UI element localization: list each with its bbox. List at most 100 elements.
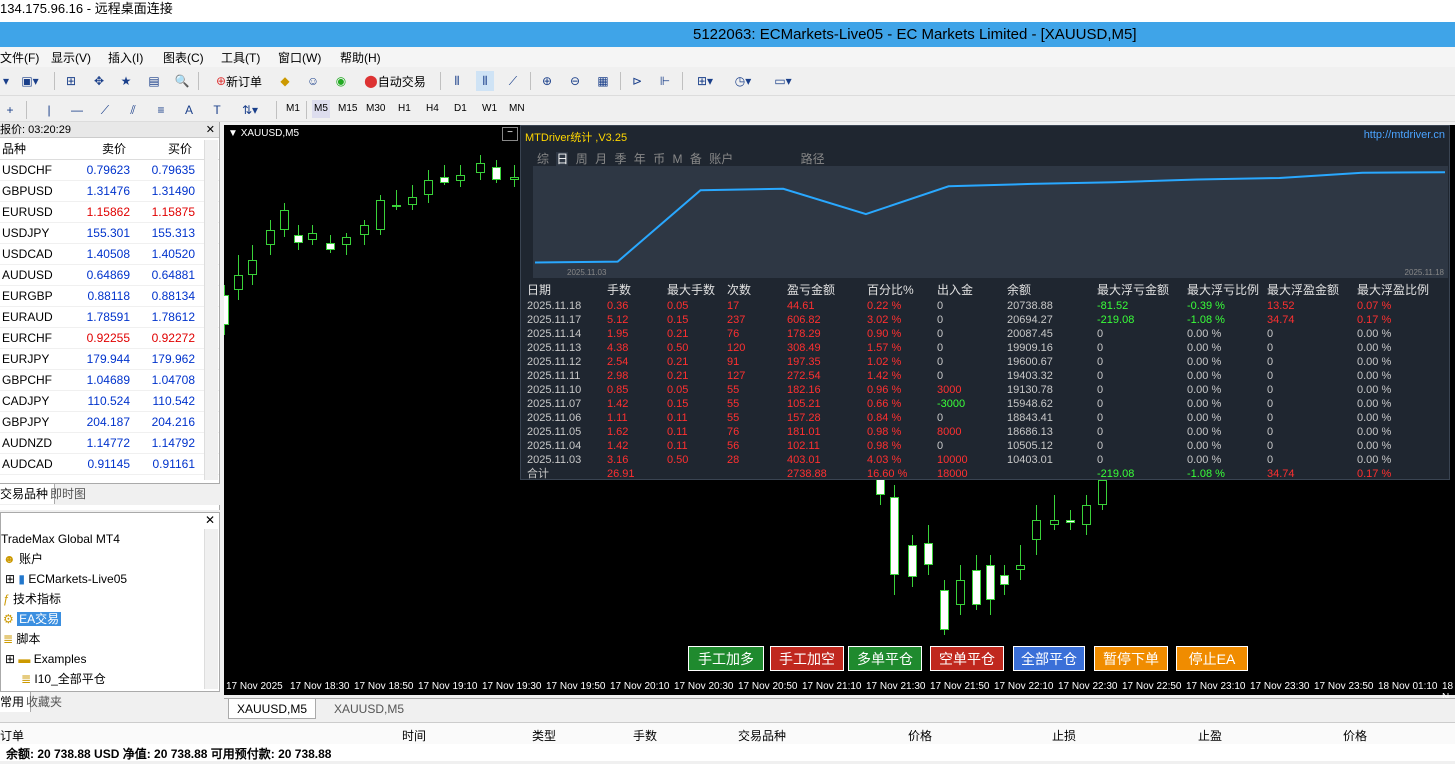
- symbol-row[interactable]: EURGBP 0.88118 0.88134: [0, 286, 219, 307]
- menu-file[interactable]: 文件(F): [0, 49, 39, 66]
- menu-insert[interactable]: 插入(I): [108, 49, 143, 66]
- menu-charts[interactable]: 图表(C): [163, 49, 204, 66]
- menu-tools[interactable]: 工具(T): [221, 49, 260, 66]
- trendline-icon[interactable]: ⟋: [96, 100, 114, 120]
- col-order[interactable]: 订单: [0, 727, 24, 744]
- col-type[interactable]: 类型: [532, 727, 556, 744]
- panel-tab-month[interactable]: 月: [595, 152, 607, 166]
- symbol-row[interactable]: CADJPY 110.524 110.542: [0, 391, 219, 412]
- panel-tab-path[interactable]: 路径: [801, 152, 825, 166]
- menu-window[interactable]: 窗口(W): [278, 49, 321, 66]
- timeframe-d1[interactable]: D1: [452, 100, 469, 118]
- nav-script-item[interactable]: ≣ I10_全部平仓: [21, 669, 106, 689]
- col-time[interactable]: 时间: [402, 727, 426, 744]
- close-icon[interactable]: ✕: [205, 513, 215, 527]
- chart-tab-2[interactable]: XAUUSD,M5: [330, 699, 408, 719]
- nav-account-item[interactable]: ⊞ ▮ ECMarkets-Live05: [5, 569, 127, 589]
- col-ask[interactable]: 买价: [168, 138, 192, 160]
- text-label-icon[interactable]: T: [208, 100, 226, 120]
- panel-tab-account[interactable]: 账户: [709, 152, 733, 166]
- panel-tab-note[interactable]: 备: [690, 152, 702, 166]
- symbol-row[interactable]: USDCHF 0.79623 0.79635: [0, 160, 219, 181]
- new-order-button[interactable]: ⊕ 新订单: [206, 71, 272, 91]
- timeframe-m30[interactable]: M30: [364, 100, 387, 118]
- col-tp[interactable]: 止盈: [1198, 727, 1222, 744]
- periods-icon[interactable]: ◷▾: [728, 71, 758, 91]
- symbol-row[interactable]: EURAUD 1.78591 1.78612: [0, 307, 219, 328]
- tab-symbols[interactable]: 交易品种: [0, 484, 56, 504]
- close-icon[interactable]: ✕: [206, 122, 215, 138]
- text-icon[interactable]: A: [180, 100, 198, 120]
- panel-tab-summary[interactable]: 综: [537, 152, 549, 166]
- autoscroll-icon[interactable]: ⊳: [628, 71, 646, 91]
- menu-view[interactable]: 显示(V): [51, 49, 91, 66]
- tile-windows-icon[interactable]: ▦: [594, 71, 612, 91]
- minimize-icon[interactable]: −: [502, 127, 518, 141]
- col-lots[interactable]: 手数: [633, 727, 657, 744]
- timeframe-mn[interactable]: MN: [507, 100, 527, 118]
- zoom-out-icon[interactable]: ⊖: [566, 71, 584, 91]
- symbol-row[interactable]: AUDNZD 1.14772 1.14792: [0, 433, 219, 454]
- col-price-2[interactable]: 价格: [1343, 727, 1367, 744]
- panel-tab-day[interactable]: 日: [556, 152, 569, 166]
- user-icon[interactable]: ☺: [304, 71, 322, 91]
- col-bid[interactable]: 卖价: [102, 138, 126, 160]
- tab-tick-chart[interactable]: 即时图: [50, 484, 86, 504]
- horizontal-line-icon[interactable]: —: [68, 100, 86, 120]
- panel-tab-currency[interactable]: 币: [653, 152, 665, 166]
- menu-help[interactable]: 帮助(H): [340, 49, 381, 66]
- line-chart-icon[interactable]: ⟋: [504, 71, 522, 91]
- col-sl[interactable]: 止损: [1052, 727, 1076, 744]
- symbol-row[interactable]: GBPUSD 1.31476 1.31490: [0, 181, 219, 202]
- market-watch-icon[interactable]: ⊞: [62, 71, 80, 91]
- terminal-icon[interactable]: ▤: [145, 71, 163, 91]
- chart-tab-1[interactable]: XAUUSD,M5: [228, 699, 317, 719]
- signal-icon[interactable]: ◉: [332, 71, 350, 91]
- timeframe-m15[interactable]: M15: [336, 100, 359, 118]
- market-watch-scrollbar[interactable]: [204, 140, 218, 480]
- fibonacci-icon[interactable]: ≡: [152, 100, 170, 120]
- panel-tab-week[interactable]: 周: [576, 152, 588, 166]
- channel-icon[interactable]: ⫽: [124, 100, 142, 120]
- nav-scripts[interactable]: ≣ 脚本: [3, 629, 40, 649]
- metaeditor-icon[interactable]: ◆: [276, 71, 294, 91]
- ea-button-0[interactable]: 手工加多: [688, 646, 764, 671]
- vertical-line-icon[interactable]: |: [42, 100, 56, 120]
- nav-root[interactable]: TradeMax Global MT4: [1, 529, 120, 549]
- navigator-icon[interactable]: ★: [117, 71, 135, 91]
- timeframe-m1[interactable]: M1: [284, 100, 302, 118]
- ea-button-5[interactable]: 暂停下单: [1094, 646, 1168, 671]
- arrows-icon[interactable]: ⇅▾: [236, 100, 264, 120]
- data-window-icon[interactable]: ✥: [90, 71, 108, 91]
- symbol-row[interactable]: EURJPY 179.944 179.962: [0, 349, 219, 370]
- col-symbol[interactable]: 品种: [2, 138, 26, 160]
- timeframe-h1[interactable]: H1: [396, 100, 413, 118]
- tab-favorites[interactable]: 收藏夹: [26, 692, 62, 712]
- ea-button-1[interactable]: 手工加空: [770, 646, 844, 671]
- tester-icon[interactable]: 🔍: [173, 71, 191, 91]
- ea-button-6[interactable]: 停止EA: [1176, 646, 1248, 671]
- chart-shift-icon[interactable]: ⊩: [656, 71, 674, 91]
- indicators-icon[interactable]: ⊞▾: [690, 71, 720, 91]
- panel-url[interactable]: http://mtdriver.cn: [1364, 129, 1445, 141]
- bar-chart-icon[interactable]: ⫴: [448, 71, 466, 91]
- panel-tab-m[interactable]: M: [673, 152, 683, 166]
- profiles-icon[interactable]: ▣▾: [18, 71, 42, 91]
- nav-examples[interactable]: ⊞ ▬ Examples: [5, 649, 86, 669]
- symbol-row[interactable]: GBPJPY 204.187 204.216: [0, 412, 219, 433]
- zoom-in-icon[interactable]: ⊕: [538, 71, 556, 91]
- chart-menu-icon[interactable]: ▼: [228, 128, 238, 139]
- col-symbol[interactable]: 交易品种: [738, 727, 786, 744]
- dropdown-icon[interactable]: ▾: [0, 71, 12, 91]
- symbol-row[interactable]: AUDCAD 0.91145 0.91161: [0, 454, 219, 475]
- col-price[interactable]: 价格: [908, 727, 932, 744]
- timeframe-w1[interactable]: W1: [480, 100, 499, 118]
- panel-tab-year[interactable]: 年: [634, 152, 646, 166]
- nav-indicators[interactable]: ƒ 技术指标: [3, 589, 61, 609]
- ea-button-3[interactable]: 空单平仓: [930, 646, 1004, 671]
- symbol-row[interactable]: AUDUSD 0.64869 0.64881: [0, 265, 219, 286]
- panel-tab-quarter[interactable]: 季: [614, 152, 626, 166]
- ea-button-4[interactable]: 全部平仓: [1013, 646, 1085, 671]
- symbol-row[interactable]: USDJPY 155.301 155.313: [0, 223, 219, 244]
- ea-button-2[interactable]: 多单平仓: [848, 646, 922, 671]
